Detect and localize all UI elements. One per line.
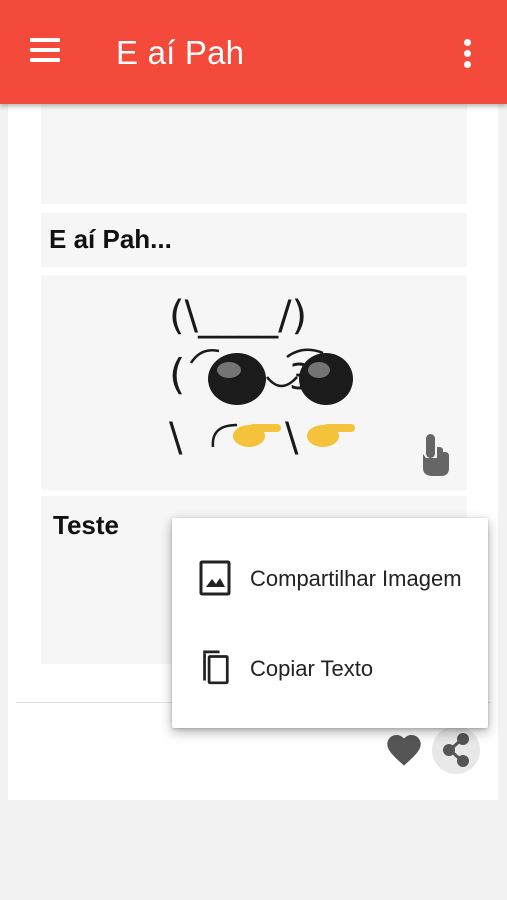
face-paren: ( — [169, 350, 185, 399]
previous-post-image — [41, 104, 467, 204]
copy-icon — [203, 650, 229, 685]
copy-text-label: Copiar Texto — [250, 656, 374, 681]
touch-app-icon[interactable] — [415, 430, 455, 478]
pointing-hand-left — [233, 424, 281, 447]
art-line-1: (\____/) — [169, 293, 307, 339]
dot — [464, 39, 471, 46]
share-button[interactable] — [432, 726, 480, 774]
dot — [464, 61, 471, 68]
svg-text:\: \ — [169, 415, 183, 461]
svg-text:\: \ — [285, 415, 299, 461]
menu-bar — [30, 48, 60, 52]
pointing-hand-right — [307, 424, 355, 447]
more-vert-icon[interactable] — [461, 30, 473, 74]
share-image-label: Compartilhar Imagem — [250, 566, 462, 591]
post-caption-box: E aí Pah... — [41, 213, 467, 267]
app-bar: E aí Pah — [0, 0, 507, 104]
sunglasses-left-lens — [208, 353, 266, 405]
copy-text-menu-item[interactable]: Copiar Texto — [172, 624, 488, 714]
heart-icon[interactable] — [384, 730, 424, 770]
sunglasses-right-lens — [299, 353, 353, 405]
post-caption: E aí Pah... — [49, 224, 172, 254]
hamburger-menu-icon[interactable] — [22, 28, 68, 74]
share-icon — [443, 733, 469, 767]
ascii-art: (\____/) ( 3 \ \ — [41, 275, 467, 490]
share-image-menu-item[interactable]: Compartilhar Imagem — [172, 534, 488, 624]
share-popup-menu: Compartilhar Imagem Copiar Texto — [172, 518, 488, 728]
app-title: E aí Pah — [116, 34, 245, 71]
post-image[interactable]: (\____/) ( 3 \ \ — [41, 275, 467, 490]
menu-bar — [30, 58, 60, 62]
dot — [464, 50, 471, 57]
bunny-sunglasses-art: (\____/) ( 3 \ \ — [169, 293, 355, 461]
post-caption: Teste — [53, 510, 119, 540]
menu-bar — [30, 38, 60, 42]
image-icon — [199, 560, 231, 596]
